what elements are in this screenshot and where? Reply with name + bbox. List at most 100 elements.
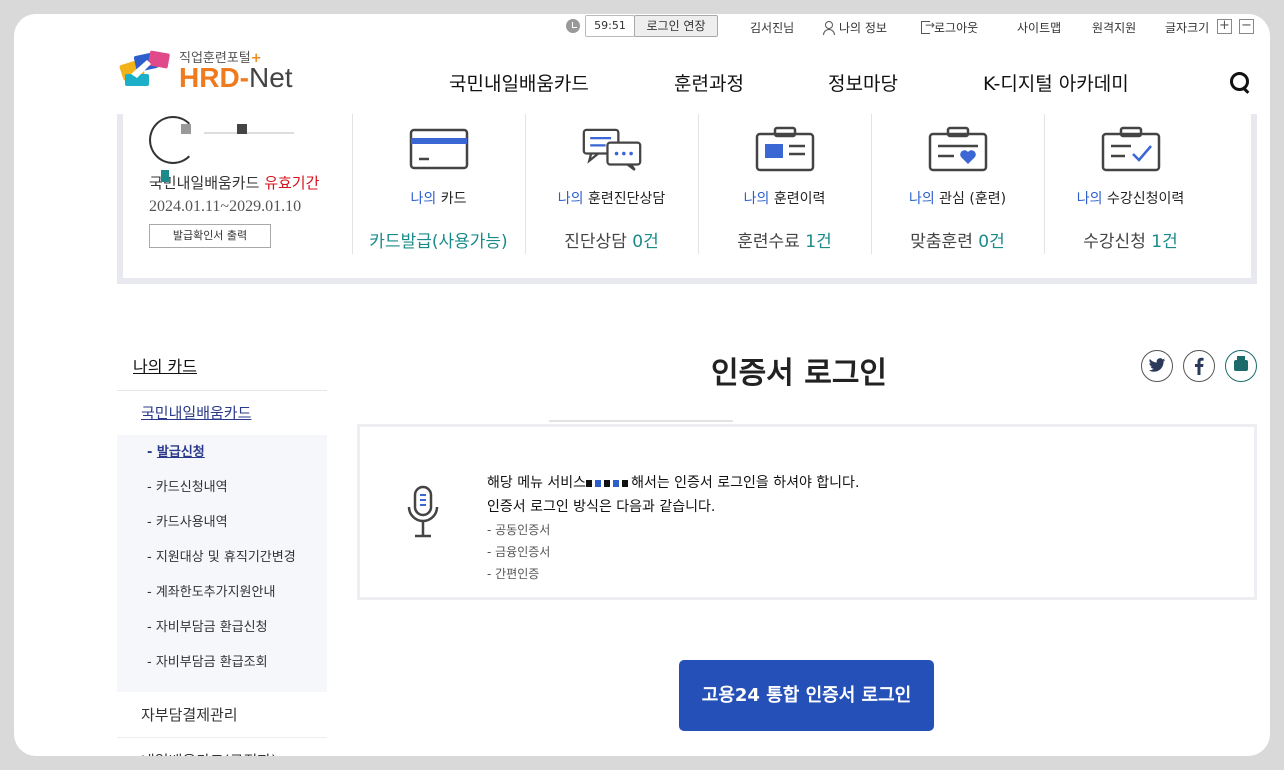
gnb-item-k-digital[interactable]: K-디지털 아카데미 [983,69,1129,96]
notice-text-post: 해서는 인증서 로그인을 하셔야 합니다. [631,475,860,491]
summary-history[interactable]: 나의 훈련이력 훈련수료 1건 [698,114,870,254]
submenu-label: 카드신청내역 [155,480,228,495]
summary-prefix: 나의 [410,191,437,207]
id-card-icon [755,126,814,172]
summary-enrollment[interactable]: 나의 수강신청이력 수강신청 1건 [1044,114,1216,254]
summary-prefix: 나의 [908,191,935,207]
summary-prefix: 나의 [743,191,770,207]
summary-interest[interactable]: 나의 관심 (훈련) 맞춤훈련 0건 [871,114,1043,254]
submenu-item-refund-apply[interactable]: - 자비부담금 환급신청 [117,616,327,651]
submenu-label: 발급신청 [156,445,205,460]
browser-viewport: 59:51 로그인 연장 김서진님 나의 정보 로그아웃 사이트맵 원격지원 글… [14,14,1270,756]
redacted-block [595,480,602,487]
method-item: - 간편인증 [487,567,540,581]
submenu-item-applications[interactable]: - 카드신청내역 [117,476,327,511]
session-timer: 59:51 [585,15,635,37]
logo-wordmark: HRD-Net [179,62,293,94]
summary-title-text: 카드 [440,191,467,207]
logout-icon [921,18,935,34]
submenu-item-eligibility[interactable]: - 지원대상 및 휴직기간변경 [117,546,327,581]
summary-value-text: 훈련수료 [737,232,800,252]
utility-bar: 59:51 로그인 연장 김서진님 나의 정보 로그아웃 사이트맵 원격지원 글… [14,14,1270,42]
summary-title: 나의 관심 (훈련) [872,188,1043,208]
clock-icon [566,19,580,33]
extend-login-button[interactable]: 로그인 연장 [634,15,718,37]
facebook-icon[interactable] [1183,350,1215,382]
chat-bubble-icon [582,128,641,171]
submenu-item-apply[interactable]: - 발급신청 [117,441,327,476]
heart-folder-icon [928,126,987,172]
redacted-block [237,124,247,134]
logout-label: 로그아웃 [934,21,979,35]
summary-value-text: 맞춤훈련 [910,232,973,252]
twitter-icon[interactable] [1141,350,1173,382]
remote-support-link[interactable]: 원격지원 [1092,19,1136,36]
side-menu: 나의 카드 국민내일배움카드 - 발급신청 - 카드신청내역 - 카드사용내역 … [117,347,327,756]
card-validity-label: 국민내일배움카드 유효기간 [149,172,319,193]
notice-text-pre: 해당 메뉴 서비스 [487,475,587,491]
redacted-block [586,480,593,487]
redacted-block [604,480,611,487]
card-validity-period: 2024.01.11~2029.01.10 [149,198,302,215]
submenu-item-refund-check[interactable]: - 자비부담금 환급조회 [117,651,327,686]
profile-box: 국민내일배움카드 유효기간 2024.01.11~2029.01.10 발급확인… [149,114,349,274]
my-info-label: 나의 정보 [839,21,887,35]
summary-title: 나의 수강신청이력 [1045,188,1216,208]
my-info-link[interactable]: 나의 정보 [822,19,887,36]
search-icon[interactable] [1230,72,1250,94]
gnb-item-learning-card[interactable]: 국민내일배움카드 [449,69,589,96]
side-menu-item-self-pay[interactable]: 자부담결제관리 [117,692,327,738]
redacted-block [181,124,191,134]
font-decrease-button[interactable]: − [1239,19,1254,34]
print-certificate-button[interactable]: 발급확인서 출력 [149,224,271,248]
summary-count: 0건 [632,232,659,252]
font-increase-button[interactable]: + [1217,19,1232,34]
user-name: 김서진님 [750,21,795,35]
side-menu-category[interactable]: 국민내일배움카드 [117,391,327,435]
method-item: - 공동인증서 [487,523,551,537]
credit-card-icon [409,128,468,170]
summary-value: 진단상담 0건 [526,227,697,252]
title-underline [549,420,733,422]
checklist-icon [1101,126,1160,172]
summary-title-text: 관심 (훈련) [939,191,1007,207]
side-menu-title[interactable]: 나의 카드 [117,347,327,391]
sitemap-link[interactable]: 사이트맵 [1017,19,1061,36]
redacted-block [204,132,294,134]
summary-value-text: 진단상담 [564,232,627,252]
summary-counseling[interactable]: 나의 훈련진단상담 진단상담 0건 [525,114,697,254]
summary-title-text: 훈련이력 [773,191,826,207]
notice-line-1: 해당 메뉴 서비스 해서는 인증서 로그인을 하셔야 합니다. [487,472,859,492]
summary-my-card[interactable]: 나의 카드 카드발급(사용가능) [352,114,524,254]
summary-title: 나의 훈련이력 [699,188,870,208]
side-menu-item-jobseeker-card[interactable]: 내일배움카드(구직자) [117,738,327,756]
submenu-item-usage[interactable]: - 카드사용내역 [117,511,327,546]
summary-title: 나의 카드 [353,188,524,208]
integrated-cert-login-button[interactable]: 고용24 통합 인증서 로그인 [679,660,934,731]
redacted-block [622,480,629,487]
redacted-block [161,170,169,182]
logout-link[interactable]: 로그아웃 [921,18,979,36]
side-submenu: - 발급신청 - 카드신청내역 - 카드사용내역 - 지원대상 및 휴직기간변경… [117,435,327,692]
summary-count: 1건 [1151,232,1178,252]
logo-mark-icon [119,50,170,86]
submenu-item-limit[interactable]: - 계좌한도추가지원안내 [117,581,327,616]
summary-value-text: 수강신청 [1083,232,1146,252]
side-menu-title-text: 나의 카드 [133,357,197,376]
card-summary-panel: 국민내일배움카드 유효기간 2024.01.11~2029.01.10 발급확인… [117,114,1257,284]
microphone-icon [407,485,439,538]
gnb-item-courses[interactable]: 훈련과정 [674,69,744,96]
login-notice-box: 해당 메뉴 서비스 해서는 인증서 로그인을 하셔야 합니다. 인증서 로그인 방… [357,424,1257,600]
summary-value: 카드발급(사용가능) [369,232,508,252]
submenu-label: 자비부담금 환급신청 [155,620,268,635]
hrd-net-logo[interactable]: 직업훈련포털+ HRD-Net [117,46,317,94]
print-icon[interactable] [1225,350,1257,382]
person-icon [822,21,835,35]
redacted-block [613,480,620,487]
logo-net: Net [249,62,293,93]
summary-value: 수강신청 1건 [1045,227,1216,252]
summary-count: 1건 [805,232,832,252]
gnb-item-info[interactable]: 정보마당 [828,69,898,96]
font-size-label: 글자크기 [1165,21,1210,35]
submenu-label: 자비부담금 환급조회 [155,655,268,670]
